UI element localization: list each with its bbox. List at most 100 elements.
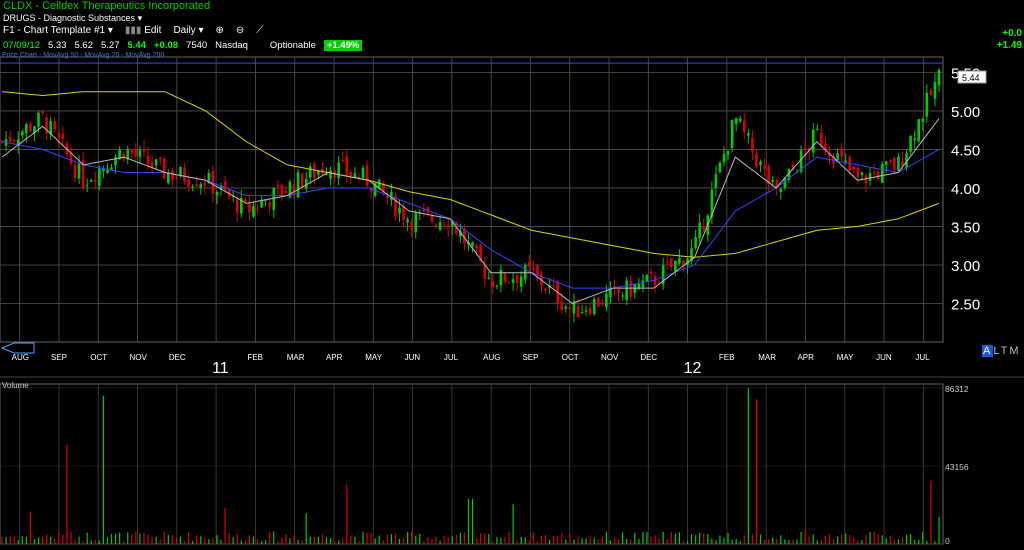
candle-body: [694, 237, 697, 248]
candle-body: [337, 162, 340, 179]
candle-body: [580, 312, 584, 314]
candle-body: [596, 298, 600, 307]
volume-tick-label: 43156: [945, 462, 969, 472]
candle-body: [625, 280, 628, 300]
candle-body: [410, 221, 413, 230]
month-tick-label: MAY: [837, 353, 854, 362]
candle-body: [617, 289, 620, 294]
candle-body: [154, 159, 158, 166]
candle-body: [438, 222, 442, 230]
chart-mode-selector[interactable]: ALTM: [982, 345, 1021, 357]
month-tick-label: 11: [212, 360, 229, 377]
candle-body: [446, 225, 450, 228]
candle-body: [779, 188, 783, 192]
candle-body: [698, 222, 701, 239]
candle-body: [29, 123, 32, 132]
candle-body: [755, 154, 758, 167]
candle-body: [645, 274, 649, 282]
candle-body: [669, 258, 673, 267]
month-tick-label: NOV: [130, 353, 148, 362]
candle-body: [73, 164, 77, 179]
candle-body: [434, 224, 438, 226]
price-frame: [0, 56, 944, 343]
candle-body: [256, 208, 259, 210]
candle-body: [142, 149, 146, 152]
candle-body: [171, 170, 174, 180]
candle-body: [203, 182, 207, 186]
candle-body: [868, 172, 872, 181]
candle-body: [519, 276, 523, 287]
candle-body: [252, 206, 255, 217]
price-tick-label: 5.00: [951, 104, 980, 121]
candle-body: [588, 308, 592, 315]
candle-body: [884, 161, 888, 165]
price-chart[interactable]: 2.503.003.504.004.505.005.50AUGSEPOCTNOV…: [0, 0, 1024, 550]
candle-body: [613, 286, 616, 288]
candle-body: [475, 244, 478, 249]
candle-body: [722, 154, 726, 163]
candle-body: [215, 191, 219, 196]
candle-body: [406, 219, 409, 223]
candle-body: [268, 202, 272, 207]
candle-body: [365, 165, 369, 186]
candle-body: [349, 171, 353, 177]
mode-m[interactable]: M: [1009, 345, 1020, 357]
candle-body: [718, 162, 722, 173]
candle-body: [146, 155, 150, 165]
month-tick-label: JUN: [405, 353, 421, 362]
candle-body: [929, 89, 933, 95]
candle-body: [167, 172, 170, 183]
candle-body: [552, 285, 555, 287]
candle-body: [223, 181, 227, 191]
ma200-line: [1, 91, 940, 258]
month-tick-label: DEC: [169, 353, 186, 362]
candle-body: [25, 124, 28, 134]
candle-body: [61, 133, 65, 139]
candle-body: [8, 136, 12, 142]
candle-body: [199, 184, 203, 189]
volume-tick-label: 86312: [945, 384, 969, 394]
candle-body: [402, 206, 405, 221]
candle-body: [621, 295, 624, 297]
candle-body: [921, 118, 925, 123]
candle-body: [134, 149, 138, 157]
candle-body: [187, 179, 190, 187]
candle-body: [471, 242, 474, 247]
candle-body: [280, 184, 284, 196]
candle-body: [528, 262, 531, 267]
month-tick-label: SEP: [51, 353, 67, 362]
candle-body: [820, 133, 823, 147]
mode-l[interactable]: L: [993, 345, 1000, 357]
candle-body: [495, 285, 499, 287]
candle-body: [430, 215, 434, 222]
candle-body: [714, 174, 718, 188]
candle-body: [811, 129, 815, 153]
candle-body: [195, 184, 199, 187]
month-tick-label: NOV: [601, 353, 619, 362]
chart-legend: Price Chart - MovAvg 50 - MovAvg 20 - Mo…: [2, 52, 165, 59]
month-tick-label: APR: [797, 353, 814, 362]
candle-body: [491, 281, 495, 288]
candle-body: [191, 186, 194, 188]
candle-body: [89, 180, 93, 182]
candle-body: [422, 209, 426, 212]
month-tick-label: AUG: [483, 353, 500, 362]
candle-body: [37, 112, 40, 127]
candle-body: [584, 310, 588, 312]
candle-body: [840, 148, 843, 157]
mode-a[interactable]: A: [982, 345, 994, 357]
candle-body: [175, 176, 178, 178]
candle-body: [536, 265, 539, 275]
candle-body: [110, 167, 113, 170]
candle-body: [933, 82, 937, 99]
candle-body: [264, 200, 267, 202]
month-tick-label: SEP: [522, 353, 538, 362]
candle-body: [284, 190, 288, 193]
price-tick-label: 3.00: [951, 258, 980, 275]
candle-body: [398, 207, 401, 214]
month-tick-label: JUL: [444, 353, 459, 362]
candle-body: [523, 264, 527, 280]
volume-frame: [0, 383, 944, 545]
candle-body: [576, 305, 580, 318]
month-tick-label: APR: [326, 353, 343, 362]
